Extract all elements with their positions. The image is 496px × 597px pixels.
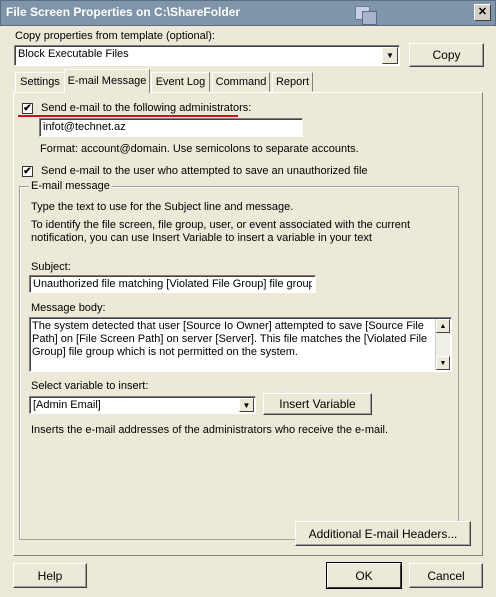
close-button[interactable]: ✕	[474, 4, 491, 21]
ok-button[interactable]: OK	[327, 563, 401, 588]
windows-icon	[355, 6, 377, 25]
admin-email-field[interactable]: infot@technet.az	[39, 118, 303, 137]
insert-variable-button[interactable]: Insert Variable	[263, 393, 372, 415]
copy-button[interactable]: Copy	[409, 43, 484, 67]
send-user-label: Send e-mail to the user who attempted to…	[41, 165, 368, 177]
variable-description: Inserts the e-mail addresses of the admi…	[31, 424, 389, 436]
tab-report[interactable]: Report	[272, 72, 313, 92]
tab-settings[interactable]: Settings	[15, 72, 65, 92]
chevron-down-icon[interactable]: ▼	[239, 398, 254, 412]
email-intro: Type the text to use for the Subject lin…	[31, 201, 294, 213]
tab-command[interactable]: Command	[212, 72, 270, 92]
send-user-checkbox[interactable]: ✔	[22, 166, 33, 177]
subject-field[interactable]: Unauthorized file matching [Violated Fil…	[29, 275, 316, 293]
scroll-up-icon[interactable]: ▲	[436, 319, 450, 333]
send-admin-label: Send e-mail to the following administrat…	[41, 102, 252, 114]
subject-value: Unauthorized file matching [Violated Fil…	[33, 278, 312, 290]
template-selected: Block Executable Files	[18, 48, 129, 60]
variable-dropdown[interactable]: [Admin Email] ▼	[29, 396, 256, 414]
message-body-label: Message body:	[31, 302, 106, 314]
admin-email-value: infot@technet.az	[43, 121, 126, 133]
template-label: Copy properties from template (optional)…	[15, 30, 215, 42]
tab-event-log[interactable]: Event Log	[151, 72, 210, 92]
message-body-field[interactable]: The system detected that user [Source Io…	[29, 317, 452, 372]
message-body-value: The system detected that user [Source Io…	[32, 320, 428, 358]
email-message-legend: E-mail message	[29, 180, 112, 192]
tab-email-message[interactable]: E-mail Message	[64, 69, 150, 93]
variable-label: Select variable to insert:	[31, 380, 149, 392]
scroll-down-icon[interactable]: ▼	[436, 356, 450, 370]
variable-selected: [Admin Email]	[33, 399, 101, 411]
message-body-scrollbar[interactable]: ▲ ▼	[435, 319, 450, 370]
help-button[interactable]: Help	[13, 563, 87, 588]
window-title: File Screen Properties on C:\ShareFolder	[6, 5, 241, 19]
format-hint: Format: account@domain. Use semicolons t…	[40, 143, 359, 155]
additional-headers-button[interactable]: Additional E-mail Headers...	[295, 521, 471, 546]
template-dropdown[interactable]: Block Executable Files ▼	[14, 45, 400, 66]
chevron-down-icon[interactable]: ▼	[382, 47, 398, 64]
send-admin-checkbox[interactable]: ✔	[22, 103, 33, 114]
variable-help: To identify the file screen, file group,…	[31, 219, 411, 244]
subject-label: Subject:	[31, 261, 71, 273]
annotation-underline	[18, 115, 238, 117]
cancel-button[interactable]: Cancel	[409, 563, 483, 588]
